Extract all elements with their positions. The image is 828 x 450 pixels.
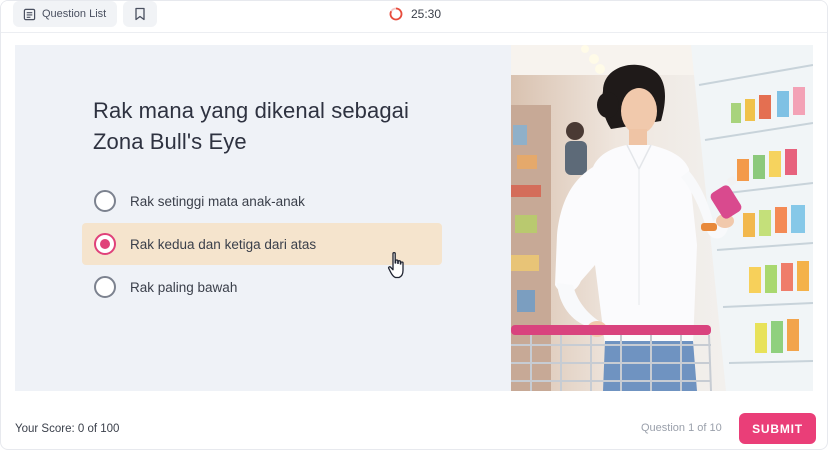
shopping-photo [511, 45, 813, 391]
option-label: Rak setinggi mata anak-anak [130, 193, 305, 209]
question-list-label: Question List [42, 8, 107, 20]
question-list-button[interactable]: Question List [13, 1, 117, 27]
radio-button[interactable] [94, 276, 116, 298]
option-1[interactable]: Rak setinggi mata anak-anak [82, 180, 442, 222]
footer: Your Score: 0 of 100 Question 1 of 10 SU… [1, 401, 827, 449]
question-counter: Question 1 of 10 [641, 422, 722, 434]
radio-button[interactable] [94, 190, 116, 212]
score-text: Your Score: 0 of 100 [15, 423, 120, 435]
bookmark-button[interactable] [123, 1, 157, 27]
radio-dot [100, 239, 110, 249]
question-text: Rak mana yang dikenal sebagai Zona Bull'… [93, 98, 409, 154]
timer: 25:30 [389, 5, 441, 23]
timer-value: 25:30 [411, 7, 442, 21]
submit-button[interactable]: SUBMIT [739, 413, 816, 444]
hand-cursor-icon [387, 251, 404, 279]
option-label: Rak paling bawah [130, 279, 238, 295]
list-icon [23, 8, 36, 20]
timer-ring-icon [389, 7, 403, 21]
radio-button-selected[interactable] [94, 233, 116, 255]
option-label: Rak kedua dan ketiga dari atas [130, 236, 317, 252]
quiz-window: Question List 25:30 Rak mana yang dikena… [0, 0, 828, 450]
question-card: Rak mana yang dikenal sebagai Zona Bull'… [15, 45, 813, 391]
bookmark-icon [135, 7, 145, 21]
supermarket-illustration [511, 45, 813, 391]
top-bar: Question List 25:30 [1, 1, 827, 33]
